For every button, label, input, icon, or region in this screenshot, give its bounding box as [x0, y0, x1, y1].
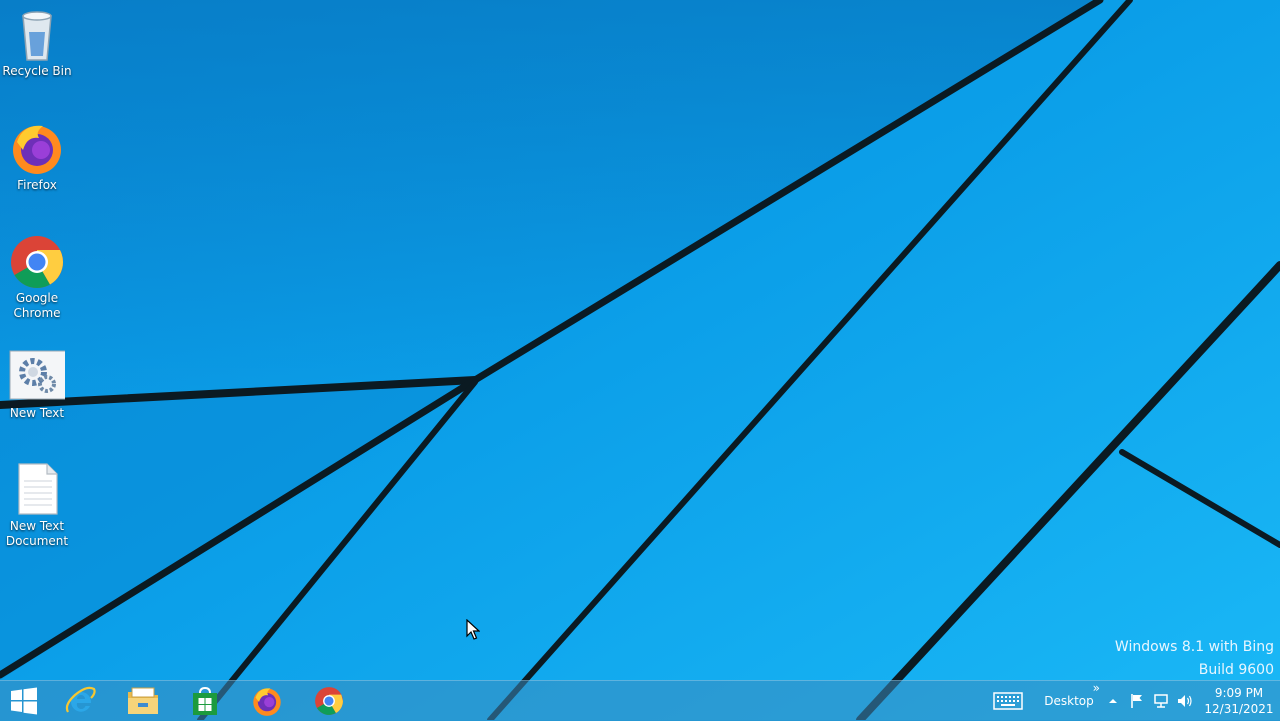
store-icon: [193, 686, 217, 715]
desktop-toolbar[interactable]: Desktop »: [1034, 681, 1104, 721]
desktop-toolbar-label: Desktop: [1044, 694, 1094, 708]
watermark-edition: Windows 8.1 with Bing: [1114, 639, 1274, 655]
recycle-bin-icon: [22, 11, 52, 61]
clock-time: 9:09 PM: [1214, 686, 1264, 700]
mouse-cursor-icon: [466, 619, 480, 640]
chrome-icon: [315, 687, 343, 715]
start-icon: [11, 687, 37, 715]
network-button[interactable]: [1150, 681, 1172, 721]
touch-keyboard-button[interactable]: [990, 681, 1026, 721]
internet-explorer-icon: [65, 686, 96, 713]
taskbar-firefox[interactable]: [238, 681, 296, 721]
desktop-icon-recycle-bin[interactable]: Recycle Bin: [0, 6, 74, 79]
desktop-icon-label: New Text Document: [5, 519, 69, 548]
desktop-icon-label: Firefox: [17, 178, 57, 192]
taskbar-chrome[interactable]: [300, 681, 358, 721]
firefox-icon: [253, 688, 281, 716]
flag-icon: [1131, 694, 1142, 708]
desktop-icon-firefox[interactable]: Firefox: [0, 120, 74, 193]
toolbar-overflow-icon: »: [1092, 681, 1100, 695]
taskbar-internet-explorer[interactable]: [52, 681, 110, 721]
desktop-wallpaper: [0, 0, 1280, 720]
desktop-icon-label: Google Chrome: [13, 291, 61, 320]
firefox-icon: [13, 125, 61, 174]
chrome-icon: [11, 236, 63, 288]
text-document-icon: [18, 463, 58, 515]
watermark-build: Build 9600: [1198, 662, 1274, 678]
taskbar-file-explorer[interactable]: [114, 681, 172, 721]
keyboard-icon: [993, 692, 1023, 710]
desktop-icon-google-chrome[interactable]: Google Chrome: [0, 233, 74, 321]
action-center-button[interactable]: [1126, 681, 1148, 721]
clock[interactable]: 9:09 PM 12/31/2021: [1204, 685, 1274, 717]
settings-shortcut-icon: [9, 350, 65, 400]
show-hidden-icons-button[interactable]: [1105, 681, 1121, 721]
speaker-icon: [1178, 695, 1192, 707]
clock-date: 12/31/2021: [1204, 702, 1274, 716]
chevron-up-icon: [1109, 699, 1117, 703]
network-icon: [1154, 694, 1168, 708]
desktop-icon-new-text-shortcut[interactable]: New Text: [0, 348, 74, 421]
start-button[interactable]: [0, 681, 48, 721]
file-explorer-icon: [128, 687, 158, 714]
taskbar-store[interactable]: [176, 681, 234, 721]
volume-button[interactable]: [1174, 681, 1196, 721]
desktop-icon-new-text-document[interactable]: New Text Document: [0, 461, 74, 549]
windows-build-watermark: Windows 8.1 with Bing Build 9600: [1115, 636, 1274, 682]
desktop-icon-label: New Text: [9, 406, 65, 420]
desktop-icon-label: Recycle Bin: [2, 64, 72, 78]
taskbar: Desktop » 9:09 PM 12/31/2021: [0, 680, 1280, 721]
